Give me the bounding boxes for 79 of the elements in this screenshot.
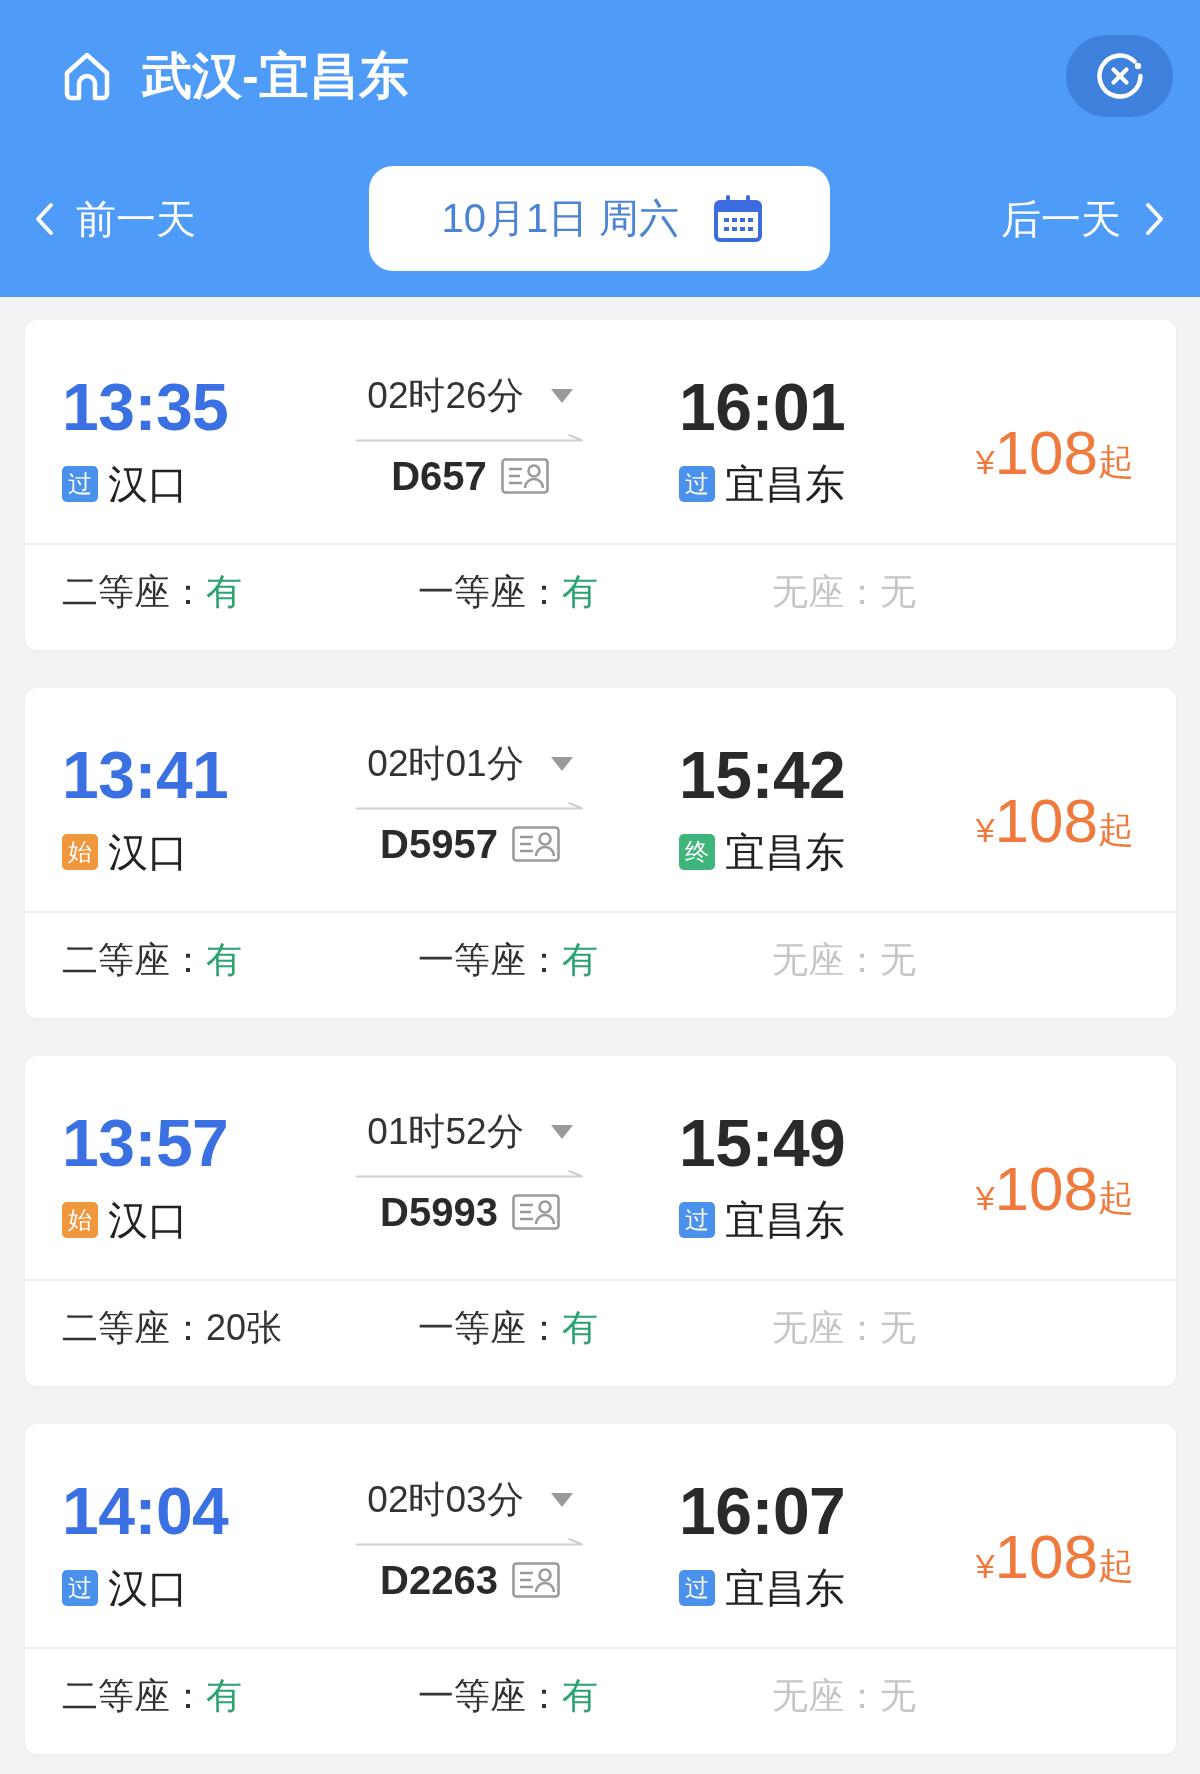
arrival-time: 16:01 [679,372,847,442]
seat-availability: 20张 [206,1305,283,1350]
seat-class-label: 一等座： [418,937,562,982]
station-name: 汉口 [108,1198,188,1242]
seat-availability: 无 [880,569,916,614]
caret-icon[interactable] [550,757,573,771]
station-badge: 过 [62,466,98,502]
id-card-icon [511,826,560,862]
seat-class-label: 无座： [772,937,880,982]
arrival-time: 15:49 [679,1108,847,1178]
seat-availability: 有 [206,1673,242,1718]
seat-availability: 无 [880,1305,916,1350]
station-name: 汉口 [108,830,188,874]
duration-text: 02时26分 [367,376,524,416]
station-badge: 过 [62,1570,98,1606]
seat-class-label: 一等座： [418,569,562,614]
seat-availability: 有 [206,569,242,614]
price-label: ¥108起 [975,1524,1134,1593]
seat-class-label: 一等座： [418,1305,562,1350]
train-card[interactable]: 13:35 过 汉口 02时26分 D657 16:01 过 宜昌东 ¥108起 二等座：有 一等座：有 无座：无 [25,320,1176,650]
station-badge: 终 [679,834,715,870]
station-name: 汉口 [108,462,188,506]
train-card[interactable]: 13:57 始 汉口 01时52分 D5993 15:49 过 宜昌东 ¥108起 二等座：20张 一等座：有 无座：无 [25,1056,1176,1386]
station-badge: 始 [62,834,98,870]
station-badge: 过 [679,1202,715,1238]
caret-icon[interactable] [550,389,573,403]
duration-text: 02时03分 [367,1480,524,1520]
departure-time: 14:04 [62,1476,230,1546]
departure-time: 13:41 [62,740,230,810]
station-name: 汉口 [108,1566,188,1610]
station-name: 宜昌东 [725,462,845,506]
duration-text: 02时01分 [367,744,524,784]
page-title: 武汉-宜昌东 [142,47,410,106]
seat-availability: 有 [562,1673,598,1718]
train-card[interactable]: 13:41 始 汉口 02时01分 D5957 15:42 终 宜昌东 ¥108起 二等座：有 一等座：有 无座：无 [25,688,1176,1018]
seat-class-label: 无座： [772,1673,880,1718]
arrival-time: 15:42 [679,740,847,810]
seat-availability: 有 [562,569,598,614]
seat-class-label: 二等座： [62,1305,206,1350]
chevron-left-icon [34,201,54,236]
seat-class-label: 无座： [772,1305,880,1350]
seat-class-label: 一等座： [418,1673,562,1718]
station-badge: 始 [62,1202,98,1238]
train-number: D5993 [380,1190,498,1234]
train-number: D2263 [380,1558,498,1602]
date-picker-button[interactable]: 10月1日 周六 [369,166,830,271]
departure-time: 13:35 [62,372,230,442]
station-badge: 过 [679,466,715,502]
seat-class-label: 无座： [772,569,880,614]
seat-availability: 无 [880,1673,916,1718]
seat-class-label: 二等座： [62,569,206,614]
seat-availability: 有 [562,937,598,982]
chevron-right-icon [1145,201,1165,236]
station-name: 宜昌东 [725,1198,845,1242]
station-badge: 过 [679,1570,715,1606]
caret-icon[interactable] [550,1493,573,1507]
price-label: ¥108起 [975,788,1134,857]
duration-text: 01时52分 [367,1112,524,1152]
station-name: 宜昌东 [725,1566,845,1610]
close-icon [1094,51,1145,101]
home-icon[interactable] [62,51,112,101]
seat-class-label: 二等座： [62,937,206,982]
seat-availability: 无 [880,937,916,982]
seat-class-label: 二等座： [62,1673,206,1718]
price-label: ¥108起 [975,420,1134,489]
calendar-icon [713,194,764,243]
id-card-icon [511,1562,560,1598]
train-number: D657 [391,454,487,498]
arrival-time: 16:07 [679,1476,847,1546]
train-card[interactable]: 14:04 过 汉口 02时03分 D2263 16:07 过 宜昌东 ¥108起 二等座：有 一等座：有 无座：无 [25,1424,1176,1754]
train-number: D5957 [380,822,498,866]
id-card-icon [511,1194,560,1230]
seat-availability: 有 [562,1305,598,1350]
price-label: ¥108起 [975,1156,1134,1225]
seat-availability: 有 [206,937,242,982]
station-name: 宜昌东 [725,830,845,874]
id-card-icon [500,458,549,494]
caret-icon[interactable] [550,1125,573,1139]
departure-time: 13:57 [62,1108,230,1178]
